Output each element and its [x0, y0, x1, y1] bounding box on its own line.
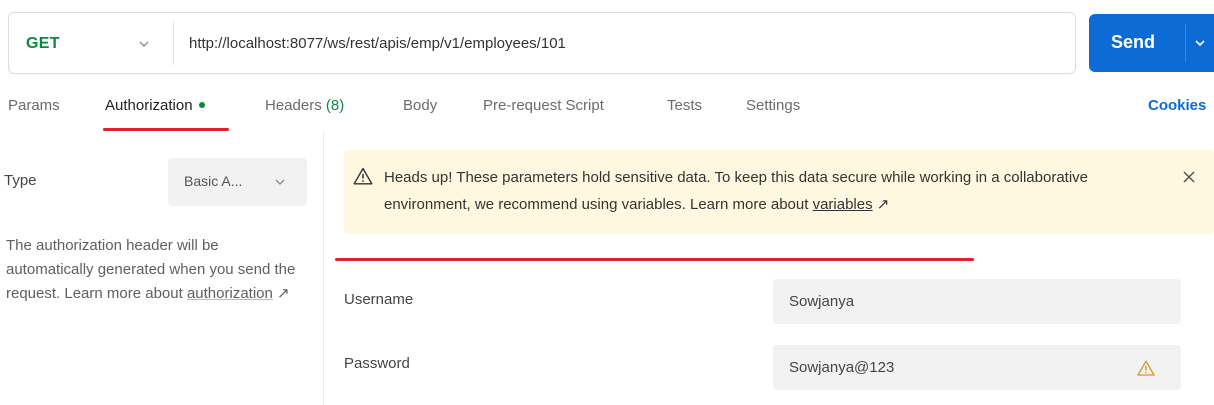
authorization-link[interactable]: authorization: [187, 285, 273, 302]
request-url-bar: GET http://localhost:8077/ws/rest/apis/e…: [8, 12, 1076, 74]
annotation-underline-tab: [103, 128, 229, 131]
auth-description: The authorization header will be automat…: [6, 234, 306, 306]
cookies-link[interactable]: Cookies: [1148, 97, 1206, 114]
password-value: Sowjanya@123: [789, 359, 895, 376]
password-field[interactable]: Sowjanya@123: [773, 345, 1181, 390]
auth-type-select[interactable]: Basic A...: [168, 158, 307, 206]
panel-divider: [323, 132, 324, 405]
chevron-down-icon[interactable]: [137, 37, 151, 51]
variables-link[interactable]: variables: [813, 196, 873, 213]
tab-authorization[interactable]: Authorization: [105, 97, 205, 114]
external-link-icon: ↗: [876, 196, 890, 213]
chevron-down-icon[interactable]: [1193, 36, 1207, 50]
warning-icon[interactable]: [1137, 360, 1155, 376]
tab-pre-request-script[interactable]: Pre-request Script: [483, 97, 604, 114]
url-input[interactable]: http://localhost:8077/ws/rest/apis/emp/v…: [189, 35, 566, 52]
tab-authorization-label: Authorization: [105, 97, 193, 114]
send-button[interactable]: Send: [1089, 14, 1214, 72]
chevron-down-icon: [275, 179, 285, 185]
tab-headers-count: (8): [325, 97, 345, 114]
tab-params[interactable]: Params: [8, 97, 60, 114]
send-separator: [1185, 24, 1186, 62]
send-label: Send: [1111, 32, 1156, 52]
auth-type-value: Basic A...: [184, 173, 243, 189]
method-select[interactable]: GET: [26, 35, 60, 53]
sensitive-data-banner: Heads up! These parameters hold sensitiv…: [344, 150, 1214, 234]
banner-text: Heads up! These parameters hold sensitiv…: [384, 169, 1089, 213]
close-icon[interactable]: [1182, 170, 1196, 184]
username-label: Username: [344, 291, 414, 308]
external-link-icon: ↗: [277, 285, 290, 302]
tab-body[interactable]: Body: [403, 97, 437, 114]
tab-headers-label: Headers: [265, 97, 322, 114]
status-dot: [198, 102, 205, 109]
password-label: Password: [344, 355, 410, 372]
url-divider: [173, 21, 174, 65]
tab-settings[interactable]: Settings: [746, 97, 800, 114]
warning-icon: [353, 167, 373, 185]
tab-tests[interactable]: Tests: [667, 97, 702, 114]
annotation-underline-banner: [335, 258, 974, 261]
banner-message: Heads up! These parameters hold sensitiv…: [384, 164, 1164, 218]
username-field[interactable]: Sowjanya: [773, 279, 1181, 324]
username-value: Sowjanya: [789, 293, 855, 310]
auth-type-label: Type: [4, 172, 37, 189]
tab-headers[interactable]: Headers (8): [265, 97, 344, 114]
